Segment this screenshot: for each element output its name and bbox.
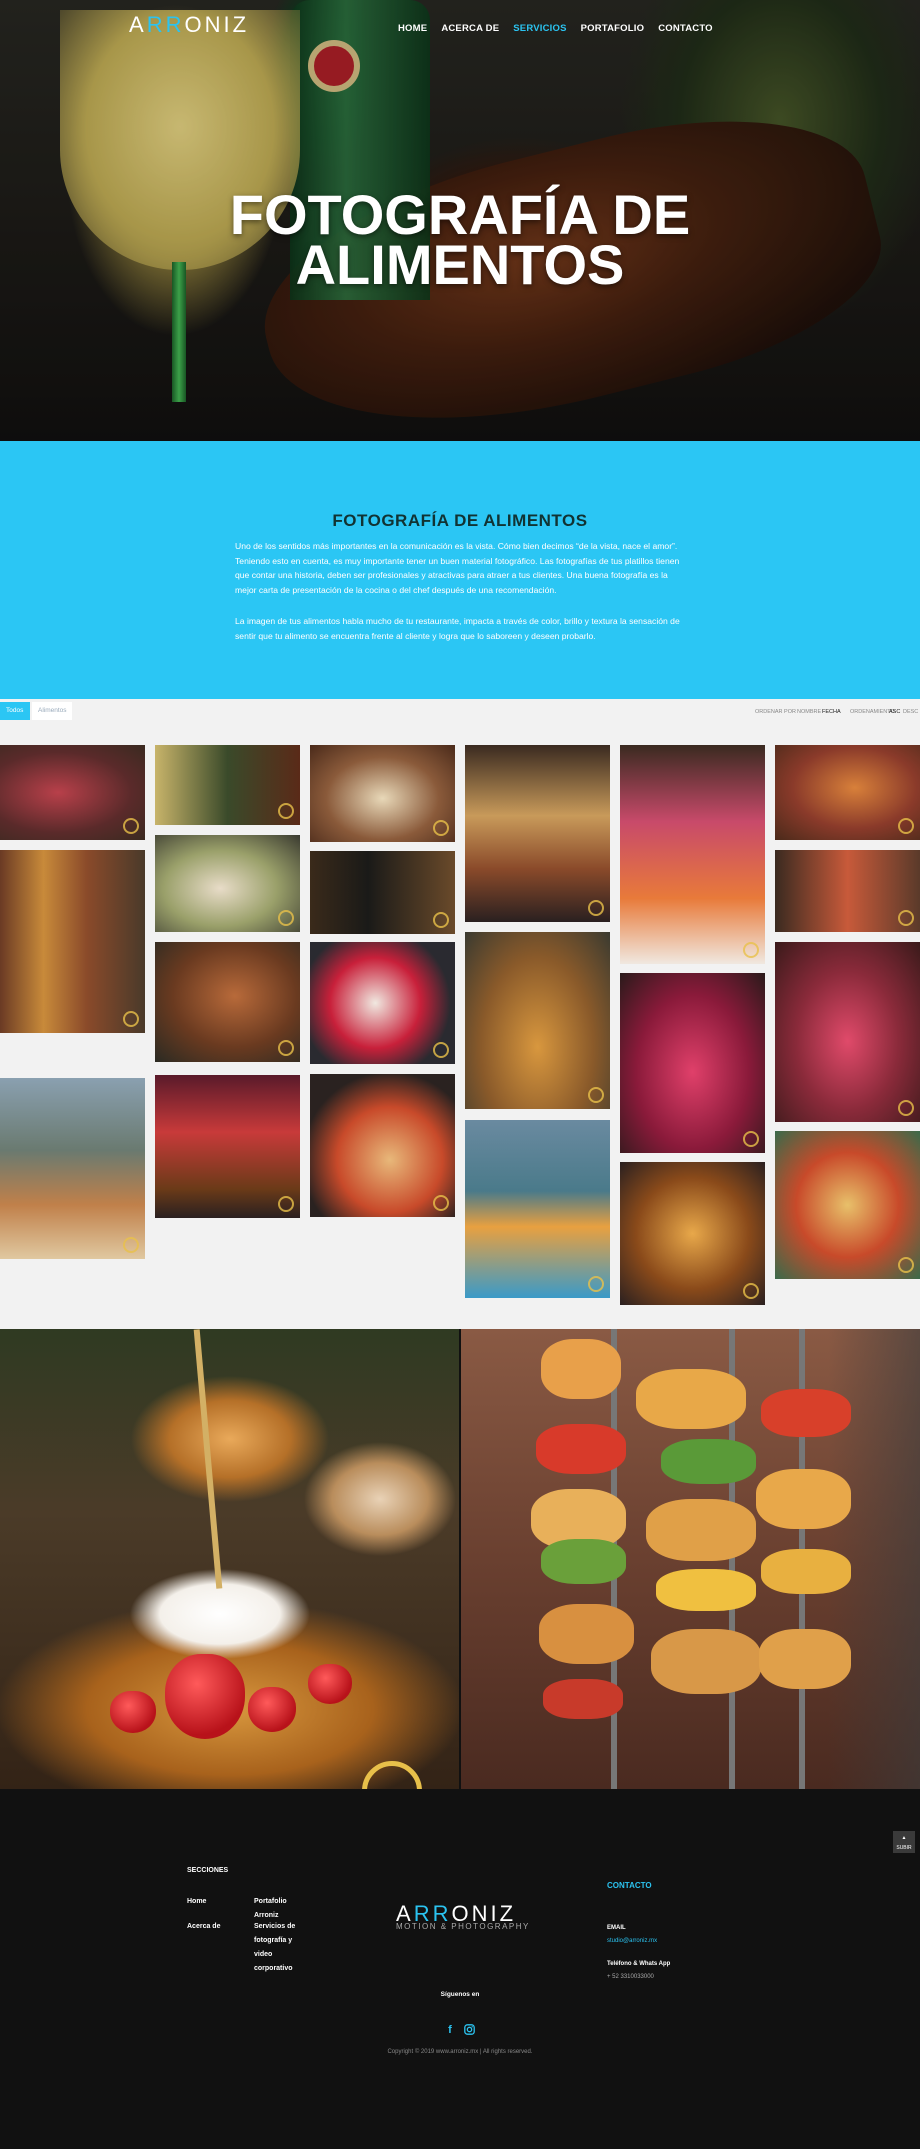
pepper-chunk <box>761 1549 851 1594</box>
gallery-thumb-salad[interactable] <box>155 835 300 932</box>
hero-banner: ARRONIZ HOME ACERCA DE SERVICIOS PORTAFO… <box>0 0 920 441</box>
follow-us-label: Síguenos en <box>440 1991 480 1998</box>
about-section: FOTOGRAFÍA DE ALIMENTOS Uno de los senti… <box>0 441 920 699</box>
pepper-chunk <box>543 1679 623 1719</box>
order-asc[interactable]: ASC <box>889 709 900 715</box>
gallery-thumb-cocktail[interactable] <box>775 942 920 1122</box>
straw <box>193 1329 223 1589</box>
waffle-feature-image <box>0 1329 459 1789</box>
gallery-thumb-tostadas[interactable] <box>775 1131 920 1279</box>
arrow-up-icon: ▲ <box>901 1835 907 1841</box>
nav-servicios[interactable]: SERVICIOS <box>513 23 566 34</box>
site-footer: ▲ SUBIR SECCIONES Home Acerca de Portafo… <box>0 1789 920 2149</box>
logo-part: A <box>129 12 147 37</box>
shrimp-chunk <box>646 1499 756 1561</box>
order-desc[interactable]: DESC <box>903 709 918 715</box>
sort-by-label: ORDENAR POR <box>755 709 796 715</box>
facebook-icon[interactable]: f <box>444 2024 456 2036</box>
photo-gallery <box>0 729 920 1329</box>
main-nav: HOME ACERCA DE SERVICIOS PORTAFOLIO CONT… <box>398 23 713 34</box>
phone-value: + 52 3310033000 <box>607 1974 654 1980</box>
copyright-text: Copyright © 2019 www.arroniz.mx | All ri… <box>387 2049 533 2055</box>
gallery-thumb-burger-fries[interactable] <box>155 1075 300 1218</box>
gallery-thumb-pizza[interactable] <box>310 1074 455 1217</box>
shrimp-chunk <box>636 1369 746 1429</box>
logo-part: ONIZ <box>184 12 250 37</box>
pepper-chunk <box>761 1389 851 1437</box>
arroniz-watermark-icon <box>362 1761 422 1789</box>
pepper-chunk <box>541 1539 626 1584</box>
footer-link-acerca[interactable]: Acerca de <box>187 1920 220 1934</box>
strawberry <box>165 1654 245 1739</box>
shrimp-chunk <box>759 1629 851 1689</box>
shrimp-chunk <box>539 1604 634 1664</box>
sort-option-date[interactable]: FECHA <box>822 709 841 715</box>
gallery-thumb-beach-drink[interactable] <box>465 1120 610 1298</box>
about-paragraph-2: La imagen de tus alimentos habla mucho d… <box>235 616 680 641</box>
gallery-thumb-burger[interactable] <box>155 942 300 1062</box>
shrimp-chunk <box>651 1629 761 1694</box>
gallery-thumb-drink-ribs[interactable] <box>155 745 300 825</box>
back-to-top-label: SUBIR <box>896 1845 912 1851</box>
footer-link-servicios[interactable]: Servicios de fotografía y video corporat… <box>254 1920 299 1976</box>
skewers-feature-image <box>461 1329 920 1789</box>
shrimp-chunk <box>756 1469 851 1529</box>
instagram-icon[interactable] <box>463 2024 475 2036</box>
sort-option-name[interactable]: NOMBRE <box>797 709 821 715</box>
gallery-thumb-chef[interactable] <box>775 850 920 932</box>
hero-title: FOTOGRAFÍA DE ALIMENTOS <box>0 187 920 293</box>
gallery-thumb-burger-platter[interactable] <box>775 745 920 840</box>
section-title: FOTOGRAFÍA DE ALIMENTOS <box>332 511 588 530</box>
gallery-thumb-dessert[interactable] <box>310 942 455 1064</box>
back-to-top-button[interactable]: ▲ SUBIR <box>893 1831 915 1853</box>
gallery-thumb-skewers[interactable] <box>0 850 145 1033</box>
footer-sections-title: SECCIONES <box>187 1867 229 1874</box>
gallery-thumb-wine-shrimp[interactable] <box>620 745 765 964</box>
footer-link-home[interactable]: Home <box>187 1895 206 1909</box>
gallery-thumb-bottle-meat[interactable] <box>310 851 455 934</box>
gallery-filter-bar: Todos Alimentos ORDENAR POR NOMBRE FECHA… <box>0 699 920 729</box>
shrimp-chunk <box>541 1339 621 1399</box>
pepper-chunk <box>536 1424 626 1474</box>
gallery-thumb-cheesecake[interactable] <box>310 745 455 842</box>
pepper-chunk <box>661 1439 756 1484</box>
gallery-thumb-waffles[interactable] <box>465 932 610 1109</box>
nav-portafolio[interactable]: PORTAFOLIO <box>581 23 645 34</box>
footer-link-portafolio[interactable]: Portafolio Arroniz <box>254 1895 299 1923</box>
filter-tab-food[interactable]: Alimentos <box>32 702 72 720</box>
strawberry <box>308 1664 352 1704</box>
logo-accent: RR <box>146 12 185 37</box>
gallery-thumb-tacos[interactable] <box>465 745 610 922</box>
phone-label: Teléfono & Whats App <box>607 1961 671 1967</box>
email-label: EMAIL <box>607 1925 626 1931</box>
nav-acerca[interactable]: ACERCA DE <box>441 23 499 34</box>
instagram-glyph <box>463 2024 475 2035</box>
strawberry <box>248 1687 296 1732</box>
footer-logo-subtitle: MOTION & PHOTOGRAPHY <box>396 1922 530 1931</box>
gallery-thumb-fries[interactable] <box>620 1162 765 1305</box>
about-paragraph-1: Uno de los sentidos más importantes en l… <box>235 541 680 595</box>
nav-contacto[interactable]: CONTACTO <box>658 23 713 34</box>
site-logo[interactable]: ARRONIZ <box>129 12 249 38</box>
gallery-thumb-marina[interactable] <box>0 1078 145 1259</box>
email-link[interactable]: studio@arroniz.mx <box>607 1938 657 1944</box>
footer-contact-title: CONTACTO <box>607 1881 652 1890</box>
strawberry <box>110 1691 156 1733</box>
gallery-thumb-red-drinks[interactable] <box>620 973 765 1153</box>
nav-home[interactable]: HOME <box>398 23 427 34</box>
hero-title-line2: ALIMENTOS <box>295 233 625 296</box>
filter-tab-all[interactable]: Todos <box>0 702 30 720</box>
pepper-chunk <box>656 1569 756 1611</box>
gallery-thumb-meat[interactable] <box>0 745 145 840</box>
